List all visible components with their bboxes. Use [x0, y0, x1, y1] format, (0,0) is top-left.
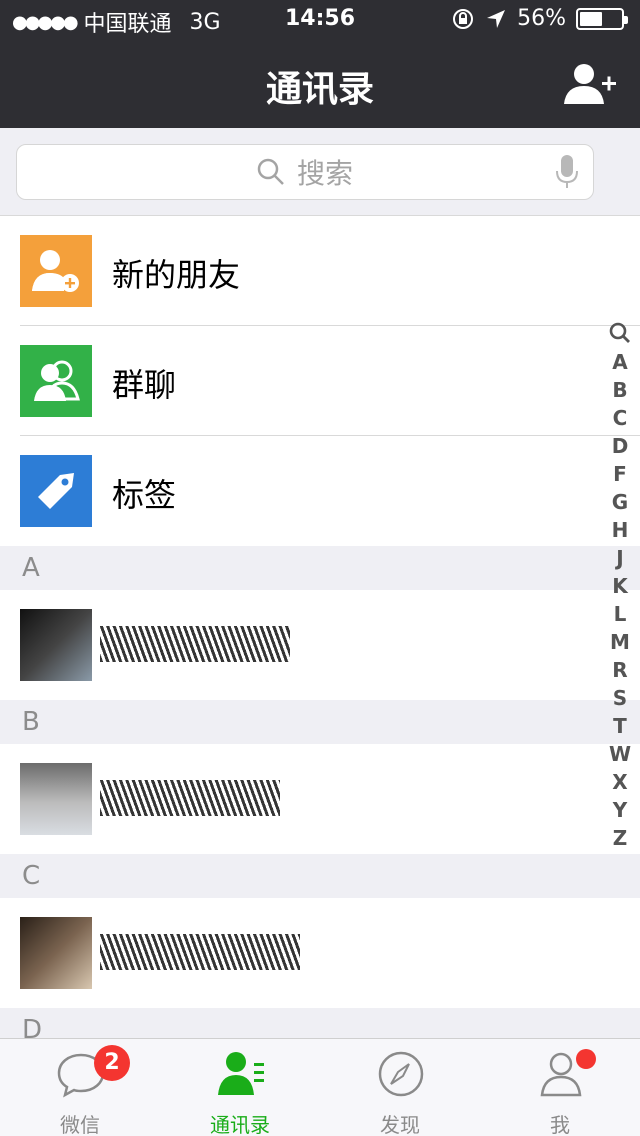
tab-contacts[interactable]: 通讯录 [160, 1039, 320, 1136]
redacted-name [100, 934, 300, 970]
group-chat-icon [34, 360, 80, 401]
index-letter[interactable]: T [613, 712, 627, 740]
tab-bar: 2 微信 通讯录 发现 我 [0, 1038, 640, 1136]
index-letter[interactable]: L [614, 600, 627, 628]
tab-label: 发现 [380, 1113, 420, 1136]
tab-me[interactable]: 我 [480, 1039, 640, 1136]
group-chat-icon-box [20, 345, 92, 417]
tags-label: 标签 [112, 476, 177, 514]
avatar [20, 763, 92, 835]
tag-icon [38, 473, 74, 509]
tags-row[interactable]: 标签 [0, 436, 640, 546]
index-letter[interactable]: H [612, 516, 629, 544]
index-letter[interactable]: M [610, 628, 630, 656]
redacted-name [100, 626, 290, 662]
index-search-icon[interactable] [609, 322, 631, 344]
avatar [20, 609, 92, 681]
orientation-lock-icon [453, 8, 474, 29]
new-friends-label: 新的朋友 [112, 256, 241, 294]
notification-dot [576, 1049, 596, 1069]
redacted-name [100, 780, 280, 816]
group-chat-row[interactable]: 群聊 [0, 326, 640, 436]
contacts-list: 新的朋友 群聊 标签 A B C D [0, 216, 640, 1052]
index-letter[interactable]: W [609, 740, 631, 768]
add-friend-icon [32, 250, 79, 292]
add-contact-icon[interactable] [564, 62, 618, 106]
new-friends-row[interactable]: 新的朋友 [0, 216, 640, 326]
index-letter[interactable]: K [612, 572, 628, 600]
tags-icon-box [20, 455, 92, 527]
compass-icon [378, 1051, 424, 1097]
battery-fill [580, 11, 602, 26]
index-letter[interactable]: X [612, 768, 627, 796]
new-friends-icon-box [20, 235, 92, 307]
index-letter[interactable]: C [613, 404, 628, 432]
tab-discover[interactable]: 发现 [320, 1039, 480, 1136]
tab-chats[interactable]: 2 微信 [0, 1039, 160, 1136]
alphabet-index[interactable]: A B C D F G H J K L M R S T W X Y Z [606, 322, 634, 852]
tab-label: 我 [550, 1113, 570, 1136]
tab-label: 通讯录 [210, 1113, 270, 1136]
battery-icon [576, 7, 628, 30]
nav-bar: 通讯录 [0, 40, 640, 128]
index-letter[interactable]: Z [613, 824, 628, 852]
index-letter[interactable]: B [612, 376, 627, 404]
avatar [20, 917, 92, 989]
index-letter[interactable]: G [612, 488, 628, 516]
contact-row[interactable] [0, 590, 640, 700]
search-input[interactable]: 搜索 [16, 144, 594, 200]
search-placeholder: 搜索 [296, 157, 353, 190]
contact-row[interactable] [0, 744, 640, 854]
index-letter[interactable]: A [612, 348, 627, 376]
battery-percent: 56% [517, 6, 566, 31]
location-arrow-icon [487, 9, 506, 28]
group-chat-label: 群聊 [112, 366, 177, 404]
section-header: A [0, 546, 640, 590]
search-section: 搜索 [0, 128, 640, 216]
index-letter[interactable]: Y [613, 796, 627, 824]
index-letter[interactable]: S [613, 684, 627, 712]
section-header: C [0, 854, 640, 898]
unread-badge: 2 [94, 1045, 130, 1081]
index-letter[interactable]: F [613, 460, 627, 488]
contact-row[interactable] [0, 898, 640, 1008]
index-letter[interactable]: D [612, 432, 629, 460]
tab-label: 微信 [60, 1113, 100, 1136]
index-letter[interactable]: R [612, 656, 627, 684]
status-bar: ●●●●● 中国联通 3G 14:56 56% [0, 0, 640, 40]
section-header: B [0, 700, 640, 744]
contacts-icon [218, 1052, 264, 1095]
search-icon [257, 158, 284, 185]
page-title: 通讯录 [265, 69, 374, 110]
index-letter[interactable]: J [616, 544, 623, 572]
microphone-icon[interactable] [555, 155, 579, 189]
